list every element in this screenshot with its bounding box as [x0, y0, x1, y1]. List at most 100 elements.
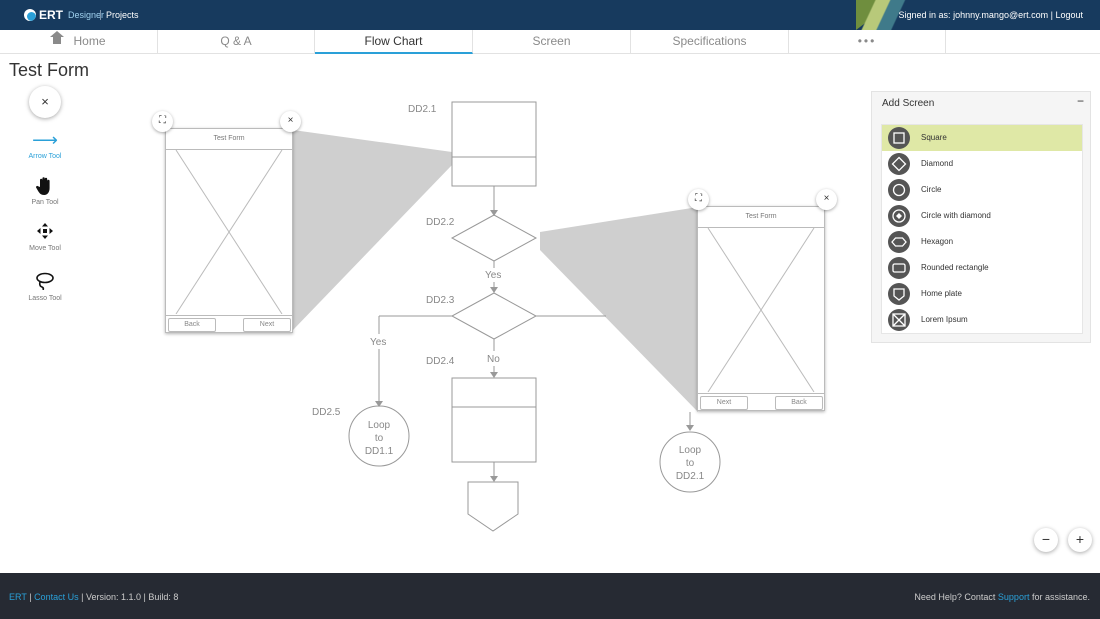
shape-label-circle-with-diamond: Circle with diamond	[921, 211, 991, 220]
nav-designer-link[interactable]: Designer	[68, 10, 104, 20]
panel-minimize-icon[interactable]: −	[1077, 94, 1084, 108]
nav-projects-link[interactable]: Projects	[106, 10, 139, 20]
tab-more[interactable]: •••	[789, 30, 946, 54]
lasso-tool-label: Lasso Tool	[28, 295, 62, 302]
shape-item-circle[interactable]: Circle	[882, 177, 1082, 203]
signed-in-info: Signed in as: johnny.mango@ert.com | Log…	[899, 10, 1083, 20]
no-label-dd23: No	[487, 354, 500, 365]
loop2-line1: Loop	[679, 445, 702, 456]
footer-left: ERT | Contact Us | Version: 1.1.0 | Buil…	[9, 592, 178, 602]
shape-item-lorem-ipsum[interactable]: Lorem Ipsum	[882, 307, 1082, 333]
right-preview-close-icon[interactable]: ×	[816, 189, 837, 210]
lasso-tool-button[interactable]: Lasso Tool	[14, 272, 76, 302]
right-preview-projection	[540, 207, 698, 412]
shape-item-home-plate[interactable]: Home plate	[882, 281, 1082, 307]
loop1-line1: Loop	[368, 420, 391, 431]
dd23-label: DD2.3	[426, 295, 455, 306]
pan-tool-label: Pan Tool	[31, 199, 59, 206]
dd22-label: DD2.2	[426, 217, 455, 228]
home-plate-icon	[888, 283, 910, 305]
dd24-process-box[interactable]	[451, 377, 537, 463]
diamond-icon	[888, 153, 910, 175]
yes-label-dd23: Yes	[370, 337, 386, 348]
rounded-rectangle-icon	[888, 257, 910, 279]
right-preview-back-button[interactable]: Back	[775, 396, 823, 410]
shape-label-circle: Circle	[921, 185, 942, 194]
circle-icon	[888, 179, 910, 201]
pan-tool-button[interactable]: Pan Tool	[14, 176, 76, 206]
signed-in-label: Signed in as:	[898, 10, 951, 20]
version-text: Version: 1.1.0	[85, 592, 142, 602]
tab-home[interactable]: Home	[0, 30, 158, 54]
build-text: Build: 8	[148, 592, 179, 602]
right-preview-title: Test Form	[698, 207, 824, 228]
shape-item-hexagon[interactable]: Hexagon	[882, 229, 1082, 255]
shape-list: Square Diamond Circle Circle with diamon…	[881, 124, 1083, 334]
shape-item-diamond[interactable]: Diamond	[882, 151, 1082, 177]
add-screen-title: Add Screen	[882, 98, 935, 109]
shape-item-rounded-rectangle[interactable]: Rounded rectangle	[882, 255, 1082, 281]
shape-label-square: Square	[921, 133, 947, 142]
ert-logo-icon	[24, 9, 36, 21]
top-header: ERT Designer Projects Signed in as: john…	[0, 0, 1100, 30]
support-link[interactable]: Support	[998, 592, 1030, 602]
tab-specifications[interactable]: Specifications	[631, 30, 789, 54]
lasso-icon	[14, 272, 76, 292]
right-preview-placeholder	[707, 228, 815, 392]
logout-link[interactable]: Logout	[1055, 10, 1083, 20]
move-tool-label: Move Tool	[29, 245, 61, 252]
contact-us-link[interactable]: Contact Us	[34, 592, 79, 602]
left-preview-expand-icon[interactable]: ⛶	[152, 111, 173, 132]
nav-divider	[100, 10, 101, 20]
arrow-tool-label: Arrow Tool	[28, 153, 62, 160]
right-preview-expand-icon[interactable]: ⛶	[688, 189, 709, 210]
shape-label-home-plate: Home plate	[921, 289, 962, 298]
left-screen-preview[interactable]: Test Form Back Next	[165, 128, 293, 333]
left-preview-placeholder	[175, 150, 283, 314]
right-screen-preview[interactable]: Test Form Next Back	[697, 206, 825, 411]
loop1-line3: DD1.1	[365, 446, 394, 457]
dd21-label: DD2.1	[408, 104, 437, 115]
left-preview-next-button[interactable]: Next	[243, 318, 291, 332]
right-preview-next-button[interactable]: Next	[700, 396, 748, 410]
dd22-decision-diamond[interactable]	[450, 214, 538, 262]
tab-home-label: Home	[73, 34, 106, 48]
left-preview-back-button[interactable]: Back	[168, 318, 216, 332]
zoom-in-button[interactable]: +	[1068, 528, 1092, 552]
hexagon-icon	[888, 231, 910, 253]
footer-sep-2: |	[81, 592, 84, 602]
header-separator: |	[1050, 10, 1053, 20]
dd25-label: DD2.5	[312, 407, 341, 418]
circle-diamond-icon	[888, 205, 910, 227]
footer: ERT | Contact Us | Version: 1.1.0 | Buil…	[0, 573, 1100, 619]
shape-item-circle-with-diamond[interactable]: Circle with diamond	[882, 203, 1082, 229]
dd23-decision-diamond[interactable]	[450, 292, 538, 340]
square-icon	[888, 127, 910, 149]
arrow-tool-button[interactable]: ⟶ Arrow Tool	[14, 130, 76, 160]
tab-flow-chart[interactable]: Flow Chart	[315, 30, 473, 54]
user-email: johnny.mango@ert.com	[953, 10, 1049, 20]
toolbox-close-button[interactable]: ×	[29, 86, 61, 118]
footer-sep-3: |	[143, 592, 146, 602]
shape-label-diamond: Diamond	[921, 159, 954, 168]
loop2-line2: to	[686, 458, 695, 469]
move-tool-button[interactable]: Move Tool	[14, 222, 76, 252]
ert-logo[interactable]: ERT	[24, 8, 63, 22]
tab-screen[interactable]: Screen	[473, 30, 631, 54]
shape-label-lorem-ipsum: Lorem Ipsum	[921, 315, 968, 324]
shape-item-square[interactable]: Square	[882, 125, 1082, 151]
help-suffix: for assistance.	[1031, 592, 1090, 602]
zoom-out-button[interactable]: −	[1034, 528, 1058, 552]
home-icon	[50, 31, 65, 46]
footer-help: Need Help? Contact Support for assistanc…	[914, 592, 1090, 602]
add-screen-panel: Add Screen − Square Diamond Circle Circl…	[871, 91, 1091, 343]
dd24-label: DD2.4	[426, 356, 455, 367]
home-plate-shape[interactable]	[467, 481, 519, 532]
help-prefix: Need Help? Contact	[914, 592, 996, 602]
yes-label-dd22: Yes	[485, 270, 501, 281]
footer-ert-link[interactable]: ERT	[9, 592, 27, 602]
dd21-process-box[interactable]	[451, 101, 537, 187]
left-preview-close-icon[interactable]: ×	[280, 111, 301, 132]
tab-qa[interactable]: Q & A	[158, 30, 315, 54]
hand-icon	[14, 176, 76, 196]
